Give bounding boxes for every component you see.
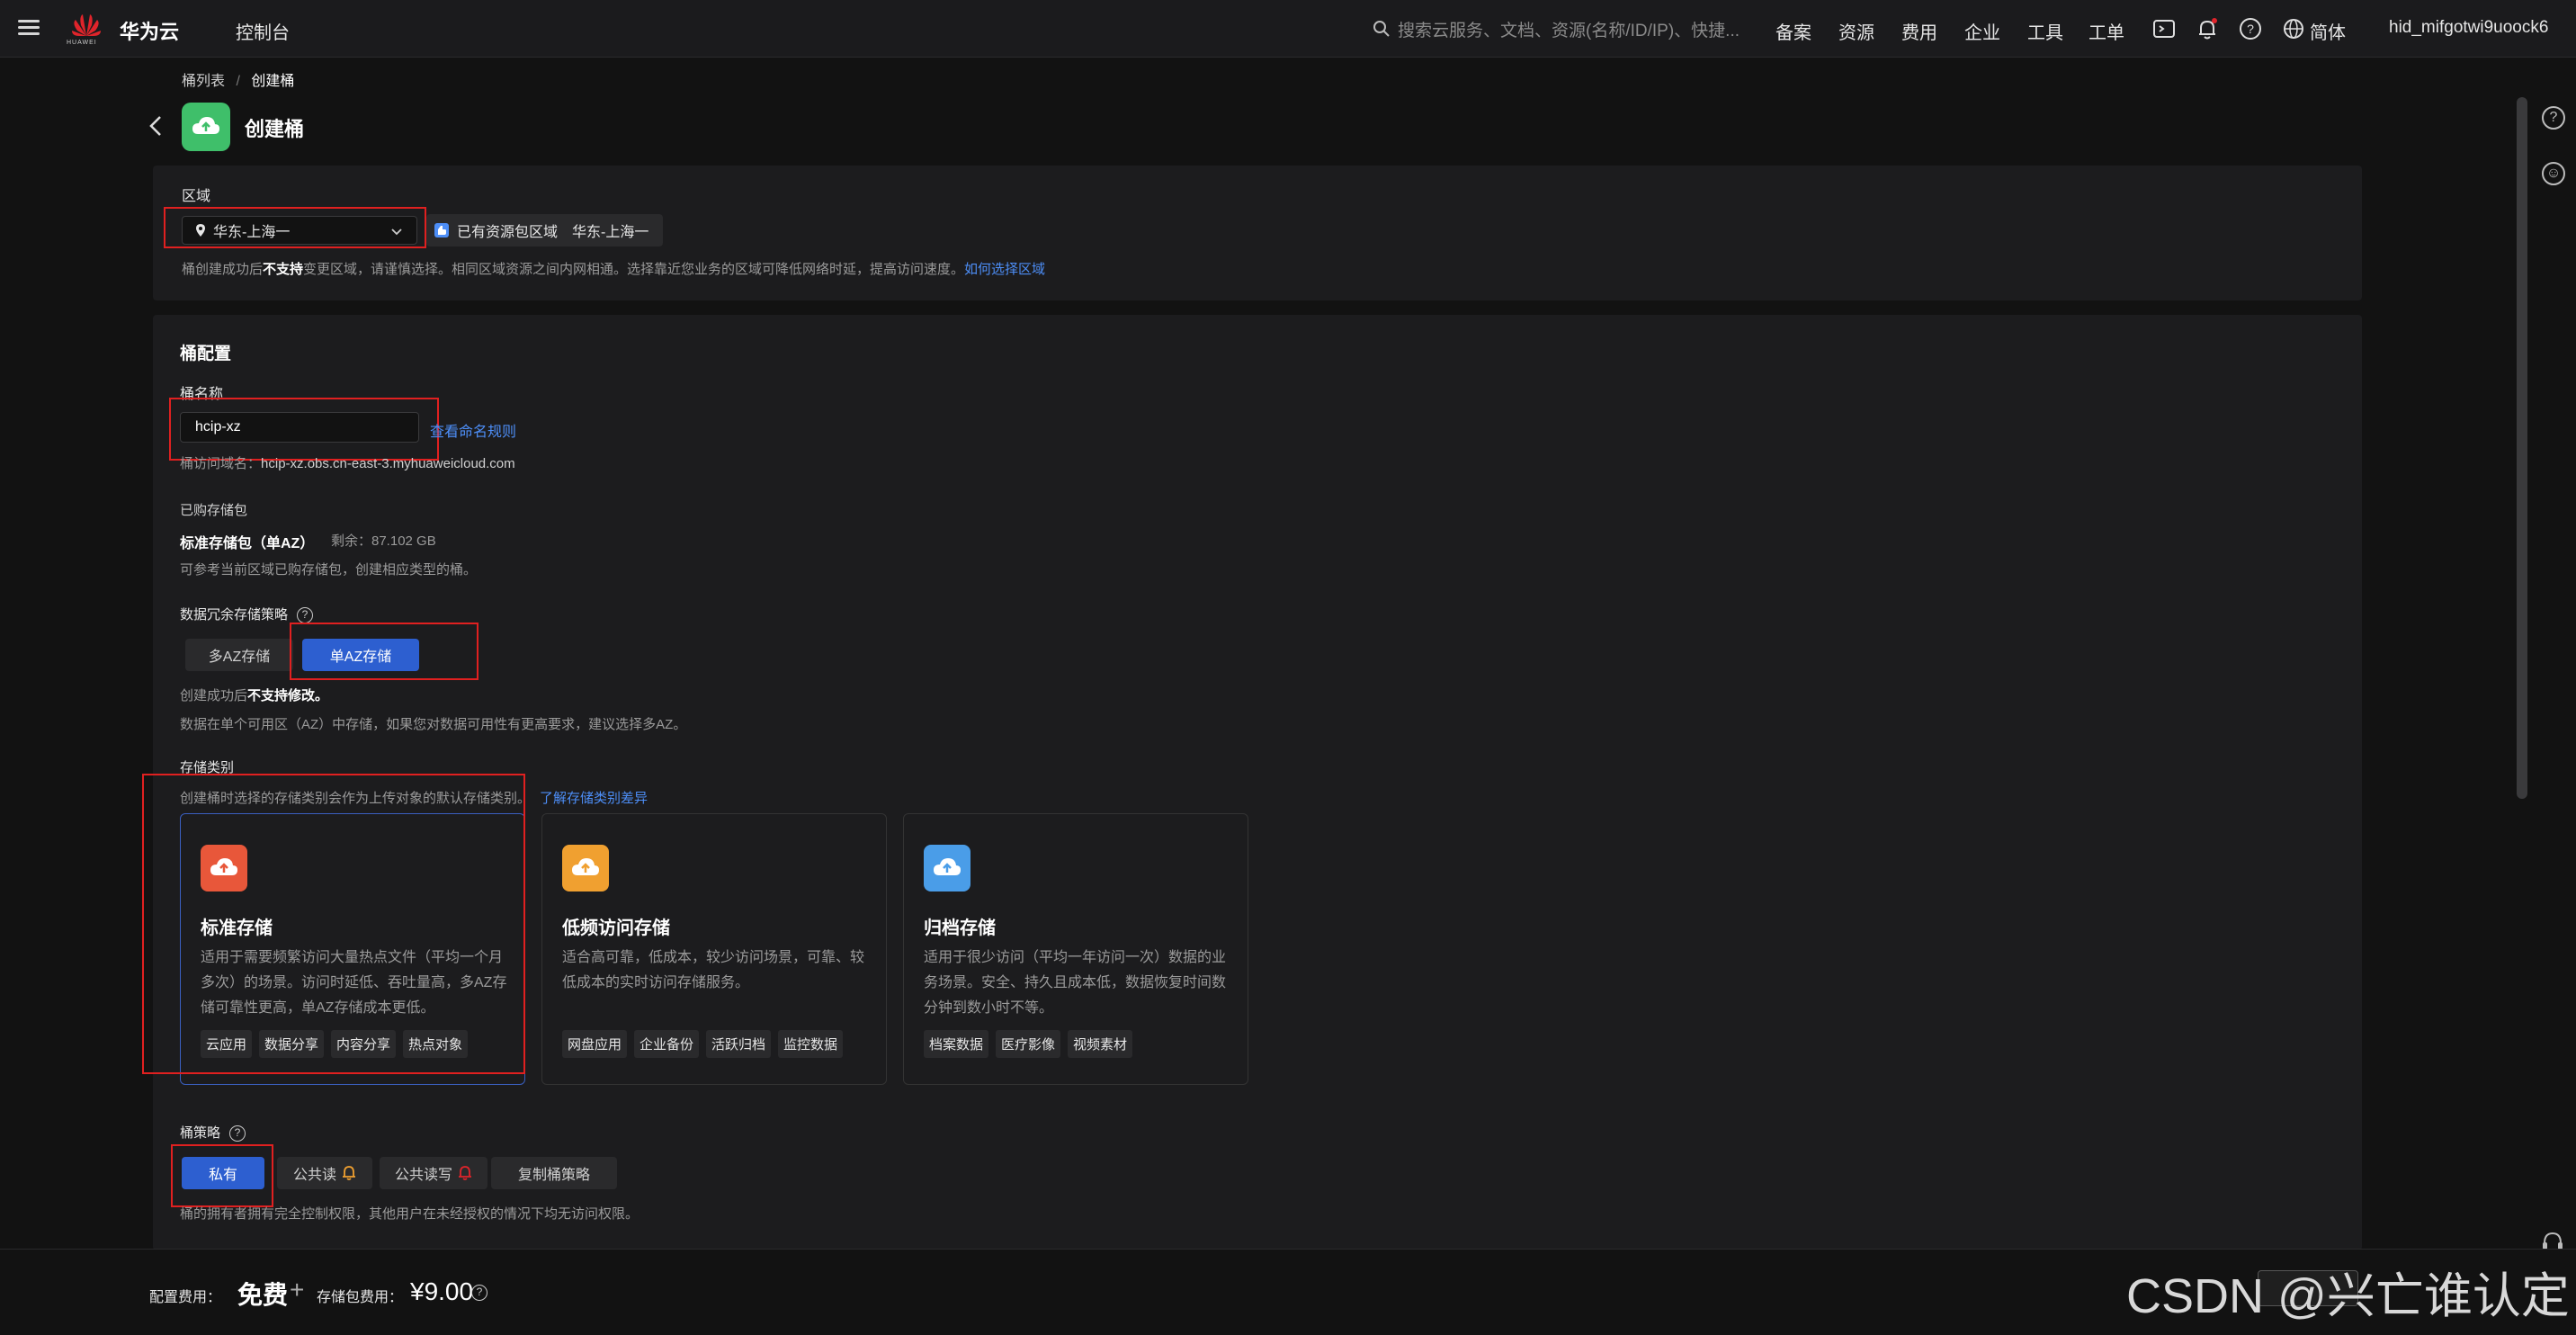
tag: 监控数据: [778, 1030, 844, 1058]
bucket-policy-label-text: 桶策略: [180, 1125, 221, 1141]
config-fee-label: 配置费用：: [149, 1290, 222, 1305]
highlight-box-storage-class: [142, 774, 525, 1074]
az-hint-pre: 创建成功后: [180, 688, 248, 703]
search-icon: [1373, 21, 1390, 37]
nav-resources[interactable]: 资源: [1838, 18, 1874, 44]
policy-public-read-button[interactable]: 公共读: [277, 1157, 372, 1189]
side-feedback-icon[interactable]: ☺: [2542, 162, 2565, 185]
az-hint-detail: 数据在单个可用区（AZ）中存储，如果您对数据可用性有更高要求，建议选择多AZ。: [180, 717, 687, 732]
tag: 企业备份: [634, 1030, 700, 1058]
package-fee-label: 存储包费用：: [317, 1290, 404, 1305]
tag: 医疗影像: [996, 1030, 1061, 1058]
redundancy-label-text: 数据冗余存储策略: [180, 607, 289, 623]
infrequent-storage-tags: 网盘应用 企业备份 活跃归档 监控数据: [562, 1030, 844, 1058]
search-placeholder: 搜索云服务、文档、资源(名称/ID/IP)、快捷...: [1398, 21, 1740, 40]
page-title: 创建桶: [245, 118, 305, 140]
bucket-policy-hint: 桶的拥有者拥有完全控制权限，其他用户在未经授权的情况下均无访问权限。: [180, 1206, 640, 1222]
az-hint: 创建成功后不支持修改。: [180, 685, 328, 704]
archive-storage-tags: 档案数据 医疗影像 视频素材: [924, 1030, 1133, 1058]
svg-text:?: ?: [2247, 22, 2254, 36]
region-hint-post: 变更区域，请谨慎选择。相同区域资源之间内网相通。选择靠近您业务的区域可降低网络时…: [303, 262, 965, 277]
package-fee-value: ¥9.00: [410, 1277, 474, 1305]
archive-storage-desc: 适用于很少访问（平均一年访问一次）数据的业务场景。安全、持久且成本低，数据恢复时…: [924, 950, 1227, 1016]
region-label: 区域: [182, 189, 211, 204]
thumbs-up-icon: [434, 223, 449, 237]
az-hint-bold: 不支持修改。: [247, 688, 329, 703]
language-switch[interactable]: 简体: [2310, 18, 2346, 44]
tag: 活跃归档: [706, 1030, 772, 1058]
package-remaining: 剩余：87.102 GB: [331, 533, 436, 549]
package-hint: 可参考当前区域已购存储包，创建相应类型的桶。: [180, 562, 478, 578]
infrequent-storage-title: 低频访问存储: [562, 918, 670, 938]
globe-icon[interactable]: [2281, 16, 2306, 41]
scrollbar[interactable]: [2517, 97, 2527, 799]
breadcrumb-separator: /: [236, 74, 240, 89]
bucket-domain-value: hcip-xz.obs.cn-east-3.myhuaweicloud.com: [261, 456, 515, 471]
danger-bell-icon: [459, 1166, 471, 1180]
bucket-policy-label: 桶策略?: [180, 1123, 246, 1142]
public-read-label: 公共读: [292, 1168, 336, 1183]
config-section-title: 桶配置: [180, 345, 232, 363]
breadcrumb-current: 创建桶: [251, 74, 295, 89]
nav-enterprise[interactable]: 企业: [1964, 18, 2000, 44]
owned-region-label: 已有资源包区域: [457, 225, 559, 240]
tag: 档案数据: [924, 1030, 989, 1058]
fee-help-icon[interactable]: ?: [471, 1285, 487, 1301]
region-hint: 桶创建成功后不支持变更区域，请谨慎选择。相同区域资源之间内网相通。选择靠近您业务…: [182, 259, 1045, 278]
top-bar: HUAWEI 华为云 控制台 搜索云服务、文档、资源(名称/ID/IP)、快捷.…: [0, 0, 2576, 58]
help-icon[interactable]: ?: [2238, 16, 2263, 41]
tag: 网盘应用: [562, 1030, 628, 1058]
cloud-shell-icon[interactable]: [2151, 16, 2177, 41]
back-arrow-icon[interactable]: [146, 113, 167, 139]
notification-bell-icon[interactable]: [2195, 16, 2220, 41]
archive-storage-title: 归档存储: [924, 918, 996, 938]
multi-az-button[interactable]: 多AZ存储: [185, 639, 293, 671]
infrequent-storage-icon: [562, 845, 609, 891]
nav-tools[interactable]: 工具: [2027, 18, 2063, 44]
nav-billing[interactable]: 费用: [1901, 18, 1937, 44]
tag: 视频素材: [1068, 1030, 1133, 1058]
naming-rules-link[interactable]: 查看命名规则: [430, 419, 516, 441]
side-help-icon[interactable]: ?: [2542, 106, 2565, 130]
storage-class-card-archive[interactable]: 归档存储 适用于很少访问（平均一年访问一次）数据的业务场景。安全、持久且成本低，…: [903, 813, 1248, 1085]
nav-tickets[interactable]: 工单: [2089, 18, 2124, 44]
bucket-domain-label: 桶访问域名：: [180, 456, 262, 471]
public-read-write-label: 公共读写: [394, 1168, 452, 1183]
logo-subtext: HUAWEI: [67, 40, 97, 46]
config-fee-value: 免费: [237, 1281, 289, 1309]
highlight-box-private: [171, 1144, 273, 1207]
owned-region-value: 华东-上海一: [572, 225, 649, 240]
how-to-choose-region-link[interactable]: 如何选择区域: [964, 262, 1045, 277]
csdn-watermark: CSDN @兴亡谁认定: [2126, 1269, 2570, 1323]
console-link[interactable]: 控制台: [236, 18, 290, 44]
storage-class-card-infrequent[interactable]: 低频访问存储 适合高可靠，低成本，较少访问场景，可靠、较低成本的实时访问存储服务…: [541, 813, 887, 1085]
infrequent-storage-desc: 适合高可靠，低成本，较少访问场景，可靠、较低成本的实时访问存储服务。: [562, 950, 865, 990]
region-hint-bold: 不支持: [263, 262, 304, 277]
highlight-box-single-az: [290, 623, 479, 680]
archive-storage-icon: [924, 845, 970, 891]
nav-filing[interactable]: 备案: [1775, 18, 1811, 44]
fee-plus-sign: +: [290, 1276, 305, 1304]
bucket-policy-help-icon[interactable]: ?: [229, 1125, 246, 1142]
policy-public-read-write-button[interactable]: 公共读写: [380, 1157, 487, 1189]
redundancy-help-icon[interactable]: ?: [297, 607, 314, 624]
package-name: 标准存储包（单AZ）: [180, 536, 315, 551]
warning-bell-icon: [343, 1166, 355, 1180]
purchased-package-label: 已购存储包: [180, 503, 248, 518]
user-account[interactable]: hid_mifgotwi9uoock6: [2389, 18, 2548, 38]
redundancy-policy-label: 数据冗余存储策略?: [180, 605, 314, 624]
highlight-box-bucket-name: [169, 398, 439, 461]
breadcrumb-bucket-list[interactable]: 桶列表: [182, 74, 225, 89]
breadcrumb: 桶列表 / 创建桶: [182, 68, 294, 90]
brand-name[interactable]: 华为云: [120, 16, 179, 45]
owned-package-region-badge: 已有资源包区域 华东-上海一: [426, 214, 664, 246]
obs-service-icon: [182, 103, 230, 151]
copy-bucket-policy-button[interactable]: 复制桶策略: [491, 1157, 617, 1189]
global-search[interactable]: 搜索云服务、文档、资源(名称/ID/IP)、快捷...: [1373, 14, 1743, 43]
bucket-domain: 桶访问域名：hcip-xz.obs.cn-east-3.myhuaweiclou…: [180, 453, 515, 472]
hamburger-menu-icon[interactable]: [18, 16, 40, 41]
region-hint-pre: 桶创建成功后: [182, 262, 264, 277]
storage-class-diff-link[interactable]: 了解存储类别差异: [540, 791, 648, 806]
highlight-box-region: [164, 207, 426, 248]
